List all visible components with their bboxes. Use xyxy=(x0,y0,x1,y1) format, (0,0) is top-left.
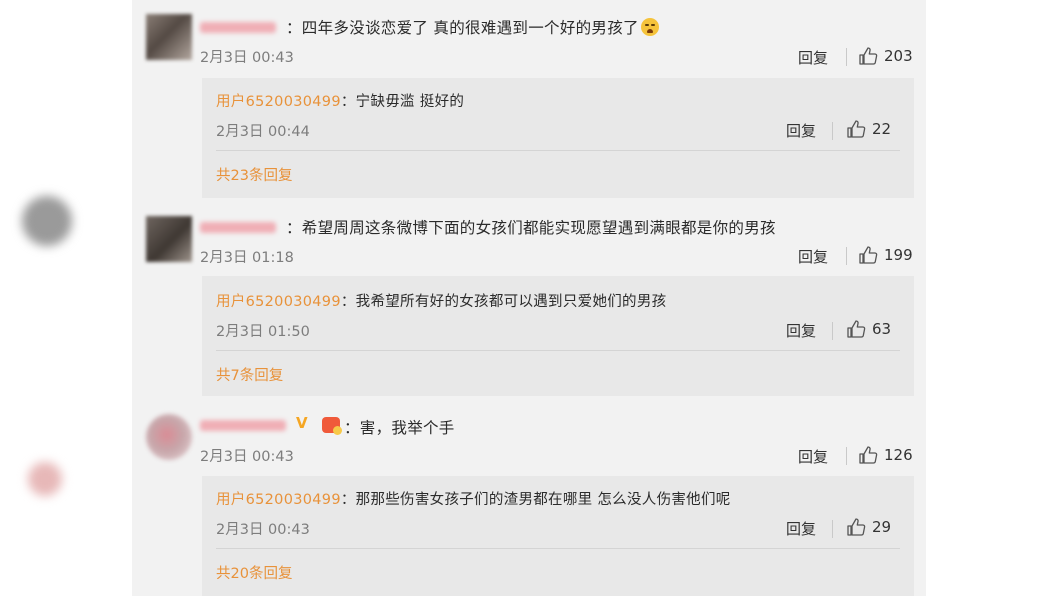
like-count: 22 xyxy=(872,120,892,138)
comment-item: V ：害，我举个手 2月3日 00:43 回复 126 用户6520030499… xyxy=(132,400,926,596)
thumbs-up-icon xyxy=(859,446,878,464)
reply-button[interactable]: 回复 xyxy=(786,120,816,141)
reply-box: 用户6520030499：那那些伤害女孩子们的渣男都在哪里 怎么没人伤害他们呢 … xyxy=(202,476,914,596)
blurred-side-avatar xyxy=(28,462,62,496)
blurred-username[interactable] xyxy=(200,222,276,233)
thumbs-up-icon xyxy=(847,518,866,536)
comment-item: ：四年多没谈恋爱了 真的很难遇到一个好的男孩了 2月3日 00:43 回复 20… xyxy=(132,0,926,200)
reply-text: 用户6520030499：宁缺毋滥 挺好的 xyxy=(216,94,465,110)
like-count: 63 xyxy=(872,320,892,338)
blurred-username[interactable] xyxy=(200,420,286,431)
like-button[interactable]: 63 xyxy=(846,319,891,339)
reply-username-link[interactable]: 用户6520030499 xyxy=(216,94,341,110)
like-button[interactable]: 22 xyxy=(846,119,891,139)
reply-text: 用户6520030499：我希望所有好的女孩都可以遇到只爱她们的男孩 xyxy=(216,294,667,310)
comments-panel: ：四年多没谈恋爱了 真的很难遇到一个好的男孩了 2月3日 00:43 回复 20… xyxy=(132,0,926,596)
divider xyxy=(846,447,847,465)
avatar[interactable] xyxy=(146,216,192,262)
thumbs-up-icon xyxy=(859,47,878,65)
divider xyxy=(846,247,847,265)
reply-time: 2月3日 00:44 xyxy=(216,124,310,140)
like-button[interactable]: 29 xyxy=(846,517,891,537)
reply-username-link[interactable]: 用户6520030499 xyxy=(216,294,341,310)
avatar[interactable] xyxy=(146,14,192,60)
comment-text: ：四年多没谈恋爱了 真的很难遇到一个好的男孩了 xyxy=(286,16,659,38)
like-button[interactable]: 199 xyxy=(858,245,913,265)
more-replies-link[interactable]: 共20条回复 xyxy=(216,562,292,583)
medal-icon xyxy=(322,417,342,435)
thumbs-up-icon xyxy=(847,120,866,138)
like-button[interactable]: 126 xyxy=(858,445,913,465)
vip-badge: V xyxy=(296,414,308,432)
divider xyxy=(832,520,833,538)
more-replies-link[interactable]: 共7条回复 xyxy=(216,364,283,385)
reply-text: 用户6520030499：那那些伤害女孩子们的渣男都在哪里 怎么没人伤害他们呢 xyxy=(216,492,731,508)
reply-button[interactable]: 回复 xyxy=(786,320,816,341)
reply-button[interactable]: 回复 xyxy=(798,246,828,267)
like-count: 203 xyxy=(884,47,913,65)
more-replies-link[interactable]: 共23条回复 xyxy=(216,164,292,185)
like-count: 29 xyxy=(872,518,892,536)
reply-username-link[interactable]: 用户6520030499 xyxy=(216,492,341,508)
comment-item: ：希望周周这条微博下面的女孩们都能实现愿望遇到满眼都是你的男孩 2月3日 01:… xyxy=(132,200,926,400)
reply-time: 2月3日 00:43 xyxy=(216,522,310,538)
like-count: 126 xyxy=(884,446,913,464)
reply-button[interactable]: 回复 xyxy=(786,518,816,539)
reply-divider xyxy=(216,150,900,151)
crying-face-icon xyxy=(640,18,659,36)
reply-button[interactable]: 回复 xyxy=(798,47,828,68)
divider xyxy=(846,48,847,66)
reply-divider xyxy=(216,350,900,351)
divider xyxy=(832,122,833,140)
avatar[interactable] xyxy=(146,414,192,460)
blurred-username[interactable] xyxy=(200,22,276,33)
reply-divider xyxy=(216,548,900,549)
blurred-side-avatar xyxy=(22,196,72,246)
divider xyxy=(832,322,833,340)
thumbs-up-icon xyxy=(859,246,878,264)
thumbs-up-icon xyxy=(847,320,866,338)
comment-time: 2月3日 00:43 xyxy=(200,449,294,465)
comment-text: ：害，我举个手 xyxy=(344,419,455,437)
reply-time: 2月3日 01:50 xyxy=(216,324,310,340)
reply-box: 用户6520030499：我希望所有好的女孩都可以遇到只爱她们的男孩 2月3日 … xyxy=(202,276,914,396)
comment-time: 2月3日 01:18 xyxy=(200,250,294,266)
like-count: 199 xyxy=(884,246,913,264)
reply-box: 用户6520030499：宁缺毋滥 挺好的 2月3日 00:44 回复 22 共… xyxy=(202,78,914,198)
comment-text: ：希望周周这条微博下面的女孩们都能实现愿望遇到满眼都是你的男孩 xyxy=(286,219,776,237)
like-button[interactable]: 203 xyxy=(858,46,913,66)
reply-button[interactable]: 回复 xyxy=(798,446,828,467)
comment-time: 2月3日 00:43 xyxy=(200,50,294,66)
